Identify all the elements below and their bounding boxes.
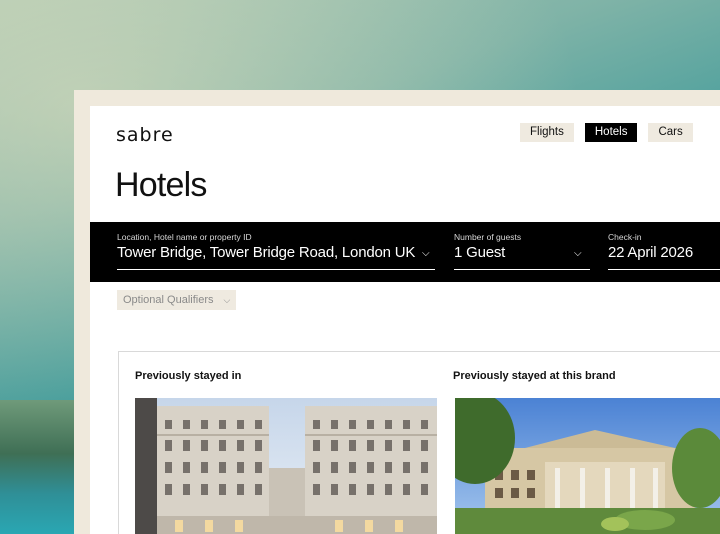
location-value[interactable]: Tower Bridge, Tower Bridge Road, London … bbox=[117, 244, 435, 261]
hotel-card-image-2[interactable] bbox=[455, 398, 720, 534]
sabre-logo[interactable]: sabre bbox=[116, 124, 174, 146]
search-bar: Location, Hotel name or property ID Towe… bbox=[90, 222, 720, 282]
tab-hotels[interactable]: Hotels bbox=[584, 123, 638, 142]
checkin-underline bbox=[608, 269, 720, 270]
qualifiers-label: Optional Qualifiers bbox=[123, 294, 214, 306]
history-panel: Previously stayed in Previously stayed a… bbox=[118, 351, 720, 534]
guests-label: Number of guests bbox=[454, 232, 522, 242]
background-shoreline bbox=[0, 400, 80, 534]
chevron-down-icon[interactable]: ⌵ bbox=[422, 248, 430, 259]
guests-value[interactable]: 1 Guest bbox=[454, 244, 590, 261]
hotel-exterior-image bbox=[455, 398, 720, 534]
tab-flights[interactable]: Flights bbox=[520, 123, 574, 142]
location-underline bbox=[117, 269, 435, 270]
checkin-label: Check-in bbox=[608, 232, 642, 242]
previously-stayed-heading: Previously stayed in bbox=[135, 370, 242, 382]
chevron-down-icon: ⌵ bbox=[223, 294, 231, 305]
booking-page: sabre Flights Hotels Cars Hotels Locatio… bbox=[90, 106, 720, 534]
hotel-facade-image bbox=[135, 398, 437, 534]
location-field[interactable]: Location, Hotel name or property ID Towe… bbox=[117, 232, 435, 261]
top-nav: Flights Hotels Cars bbox=[520, 123, 693, 142]
guests-field[interactable]: Number of guests 1 Guest bbox=[454, 232, 590, 261]
location-label: Location, Hotel name or property ID bbox=[117, 232, 252, 242]
previously-brand-heading: Previously stayed at this brand bbox=[453, 370, 616, 382]
hotel-card-image-1[interactable] bbox=[135, 398, 437, 534]
checkin-field[interactable]: Check-in 22 April 2026 bbox=[608, 232, 720, 261]
chevron-down-icon[interactable]: ⌵ bbox=[574, 248, 582, 259]
checkin-value[interactable]: 22 April 2026 bbox=[608, 244, 720, 261]
guests-underline bbox=[454, 269, 590, 270]
tab-cars[interactable]: Cars bbox=[648, 123, 693, 142]
optional-qualifiers-dropdown[interactable]: Optional Qualifiers ⌵ bbox=[117, 290, 237, 310]
page-title: Hotels bbox=[115, 166, 207, 204]
